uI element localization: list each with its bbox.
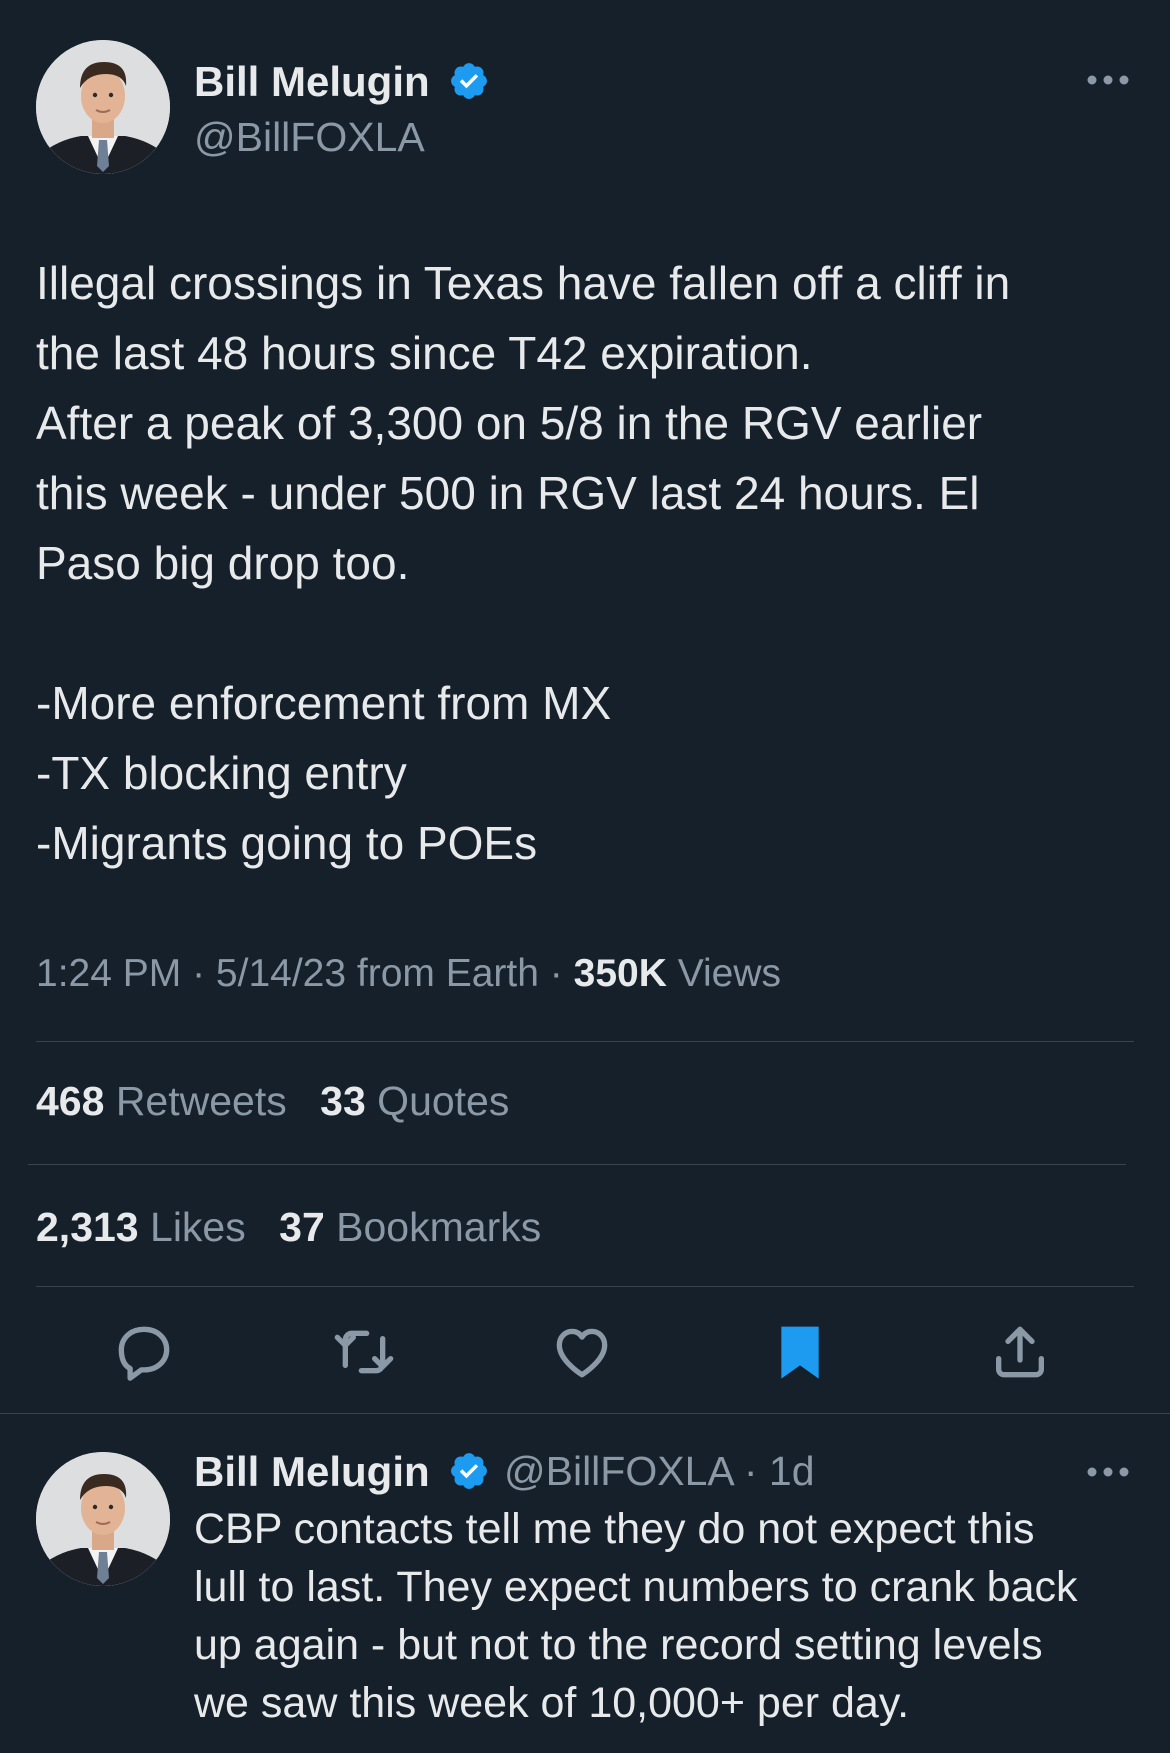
tweet-text-line: -Migrants going to POEs: [36, 817, 538, 869]
tweet-text-line: After a peak of 3,300 on 5/8 in the RGV …: [36, 397, 983, 449]
quotes-stat[interactable]: 33 Quotes: [320, 1078, 509, 1124]
divider: [36, 1286, 1134, 1287]
divider: [0, 1413, 1170, 1414]
reply-icon[interactable]: [112, 1320, 176, 1384]
stats-row-likes-bookmarks: 2,313 Likes 37 Bookmarks: [36, 1204, 563, 1251]
divider: [28, 1164, 1126, 1165]
author-name[interactable]: Bill Melugin: [194, 1448, 430, 1496]
views-count[interactable]: 350K: [574, 952, 667, 995]
separator: ·: [549, 952, 574, 995]
tweet-metadata: 1:24 PM · 5/14/23 from Earth · 350K View…: [36, 952, 781, 996]
tweet-text-line: -TX blocking entry: [36, 747, 407, 799]
share-icon[interactable]: [988, 1320, 1052, 1384]
reply-text-line: lull to last. They expect numbers to cra…: [194, 1563, 1078, 1611]
tweet-date[interactable]: 5/14/23: [216, 952, 346, 995]
bookmark-icon[interactable]: [768, 1320, 832, 1384]
tweet-age[interactable]: 1d: [769, 1448, 815, 1494]
tweet-text-line: the last 48 hours since T42 expiration.: [36, 327, 813, 379]
retweets-count: 468: [36, 1078, 105, 1124]
retweet-icon[interactable]: [332, 1320, 396, 1384]
reply-text-line: CBP contacts tell me they do not expect …: [194, 1505, 1035, 1553]
author-name[interactable]: Bill Melugin: [194, 58, 430, 106]
tweet-time[interactable]: 1:24 PM: [36, 952, 181, 995]
tweet-text-line: Illegal crossings in Texas have fallen o…: [36, 257, 1011, 309]
likes-label: Likes: [150, 1204, 246, 1250]
separator: ·: [192, 952, 216, 995]
likes-count: 2,313: [36, 1204, 139, 1250]
tweet-source: from Earth: [356, 952, 539, 995]
divider: [36, 1041, 1134, 1042]
bookmarks-count: 37: [279, 1204, 325, 1250]
bookmarks-stat[interactable]: 37 Bookmarks: [279, 1204, 541, 1250]
reply-text-line: up again - but not to the record setting…: [194, 1621, 1043, 1669]
avatar[interactable]: [36, 1452, 170, 1586]
retweets-stat[interactable]: 468 Retweets: [36, 1078, 298, 1124]
like-icon[interactable]: [550, 1320, 614, 1384]
reply-text: CBP contacts tell me they do not expect …: [194, 1500, 1154, 1732]
likes-stat[interactable]: 2,313 Likes: [36, 1204, 257, 1250]
reply-text-line: we saw this week of 10,000+ per day.: [194, 1679, 910, 1727]
action-bar: [0, 1318, 1170, 1390]
author-handle[interactable]: @BillFOXLA: [194, 114, 425, 161]
retweets-label: Retweets: [115, 1078, 287, 1124]
tweet-text-line: this week - under 500 in RGV last 24 hou…: [36, 467, 980, 519]
separator: ·: [732, 1448, 769, 1494]
more-options-icon[interactable]: [1086, 74, 1130, 86]
quotes-label: Quotes: [377, 1078, 510, 1124]
verified-badge-icon: [451, 63, 487, 99]
tweet-text: Illegal crossings in Texas have fallen o…: [36, 248, 1146, 878]
views-label[interactable]: Views: [678, 952, 781, 995]
stats-row-retweets-quotes: 468 Retweets 33 Quotes: [36, 1078, 531, 1125]
more-options-icon[interactable]: [1086, 1466, 1130, 1478]
verified-badge-icon: [451, 1453, 487, 1489]
main-tweet: Bill Melugin @BillFOXLA Illegal crossing…: [0, 0, 1170, 1413]
tweet-text-line: Paso big drop too.: [36, 537, 410, 589]
author-handle[interactable]: @BillFOXLA: [504, 1448, 732, 1494]
avatar[interactable]: [36, 40, 170, 174]
tweet-text-line: -More enforcement from MX: [36, 677, 612, 729]
author-handle-and-age: @BillFOXLA · 1d: [504, 1448, 815, 1495]
quotes-count: 33: [320, 1078, 366, 1124]
bookmarks-label: Bookmarks: [336, 1204, 542, 1250]
